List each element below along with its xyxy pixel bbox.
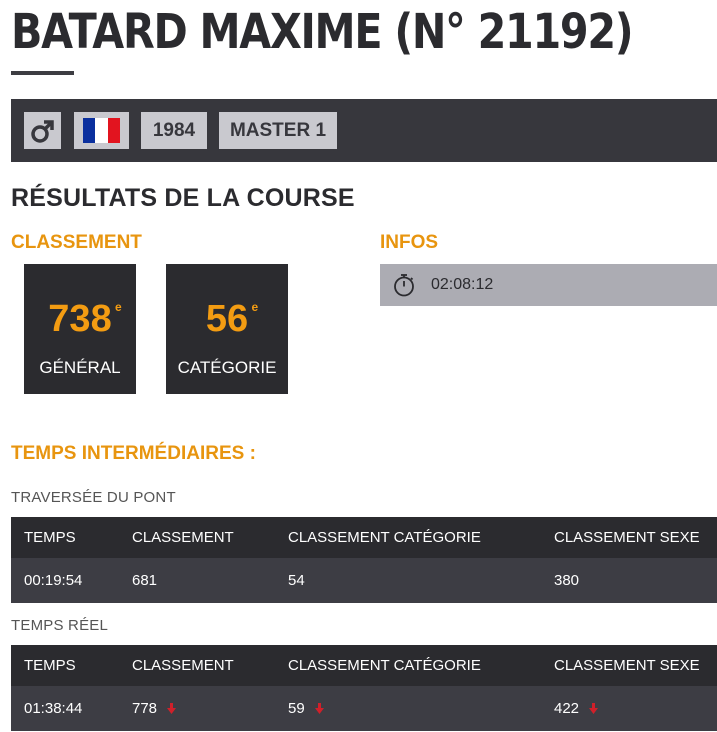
header-classement-categorie: CLASSEMENT CATÉGORIE [288, 529, 481, 546]
cell-temps: 00:19:54 [24, 572, 83, 589]
split-table-pont: TEMPS CLASSEMENT CLASSEMENT CATÉGORIE CL… [11, 517, 717, 603]
table-row: 01:38:44 778 59 422 [11, 686, 717, 731]
gender-badge [24, 112, 61, 149]
cell-classement: 681 [132, 572, 158, 589]
athlete-name: BATARD MAXIME (N° 21192) [11, 4, 634, 60]
header-temps: TEMPS [24, 529, 76, 546]
arrow-down-icon [167, 703, 177, 714]
classement-heading: CLASSEMENT [11, 232, 142, 253]
flag-stripe-red [107, 118, 120, 143]
cell-classement-sexe: 422 [554, 686, 599, 731]
general-rank-box: 738 e GÉNÉRAL [24, 264, 136, 394]
table-header-row: TEMPS CLASSEMENT CLASSEMENT CATÉGORIE CL… [11, 645, 717, 686]
header-classement: CLASSEMENT [132, 657, 234, 674]
category-rank-value: 56 e [205, 296, 258, 342]
stopwatch-icon [394, 274, 414, 297]
header-classement-sexe: CLASSEMENT SEXE [554, 529, 700, 546]
table-row: 00:19:54 681 54 380 [11, 558, 717, 603]
category-rank-label: CATÉGORIE [177, 358, 277, 377]
title-underline [11, 71, 74, 75]
split-table-temps-reel: TEMPS CLASSEMENT CLASSEMENT CATÉGORIE CL… [11, 645, 717, 731]
flag-stripe-white [95, 118, 108, 143]
header-classement-categorie: CLASSEMENT CATÉGORIE [288, 657, 481, 674]
category-rank-number: 56 [205, 298, 249, 340]
category-rank-suffix: e [251, 300, 259, 314]
cell-classement-value: 778 [132, 700, 158, 717]
splits-heading: TEMPS INTERMÉDIAIRES : [11, 443, 256, 464]
cell-classement-categorie-value: 59 [288, 700, 305, 717]
cell-classement-categorie: 59 [288, 686, 324, 731]
general-rank-suffix: e [115, 300, 122, 314]
table-header-row: TEMPS CLASSEMENT CLASSEMENT CATÉGORIE CL… [11, 517, 717, 558]
cell-temps: 01:38:44 [24, 700, 83, 717]
header-temps: TEMPS [24, 657, 76, 674]
cell-classement-sexe-value: 422 [554, 700, 580, 717]
male-symbol-icon [30, 119, 54, 143]
athlete-info-bar: 1984 MASTER 1 [11, 99, 717, 162]
infos-heading: INFOS [380, 232, 439, 253]
arrow-down-icon [589, 703, 599, 714]
general-rank-label: GÉNÉRAL [39, 358, 121, 377]
category-badge: MASTER 1 [219, 112, 337, 149]
cell-classement-categorie: 54 [288, 572, 305, 589]
nationality-badge [74, 112, 129, 149]
finish-time-row: 02:08:12 [380, 264, 717, 306]
header-classement: CLASSEMENT [132, 529, 234, 546]
category-rank-box: 56 e CATÉGORIE [166, 264, 288, 394]
cell-classement-sexe: 380 [554, 572, 580, 589]
birth-year-badge: 1984 [141, 112, 207, 149]
results-section-title: RÉSULTATS DE LA COURSE [11, 184, 355, 212]
flag-stripe-blue [83, 118, 96, 143]
header-classement-sexe: CLASSEMENT SEXE [554, 657, 700, 674]
france-flag-icon [83, 118, 120, 143]
arrow-down-icon [314, 703, 324, 714]
cell-classement: 778 [132, 686, 177, 731]
split-title-temps-reel: TEMPS RÉEL [11, 617, 109, 634]
finish-time: 02:08:12 [431, 276, 494, 293]
general-rank-value: 738 e [48, 296, 121, 342]
general-rank-number: 738 [48, 298, 112, 340]
split-title-pont: TRAVERSÉE DU PONT [11, 489, 176, 506]
